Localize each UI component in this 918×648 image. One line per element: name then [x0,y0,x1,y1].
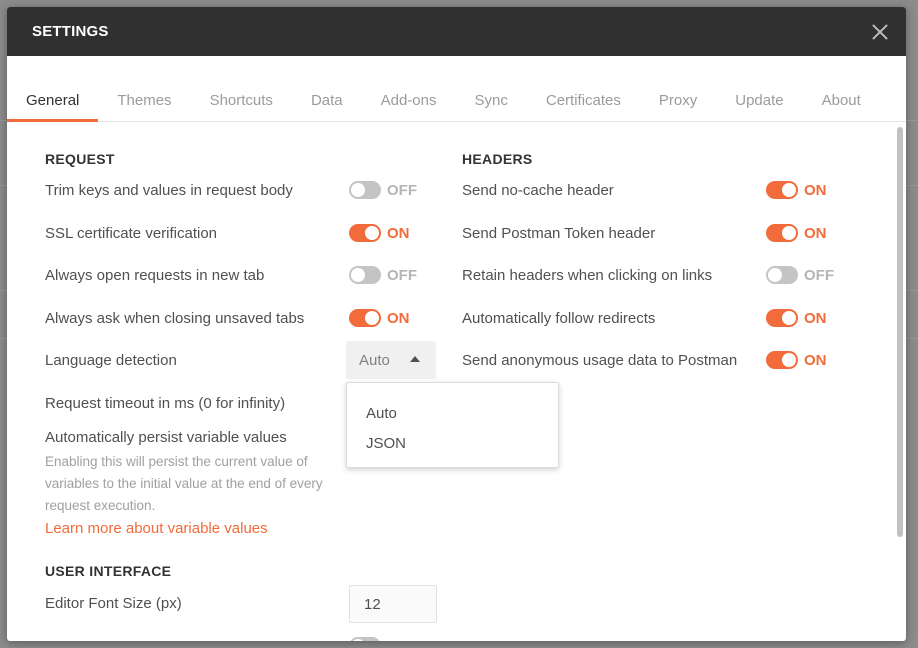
settings-tabs: General Themes Shortcuts Data Add-ons Sy… [7,56,906,122]
modal-header: SETTINGS [7,7,906,56]
tab-proxy[interactable]: Proxy [640,71,716,121]
ssl-toggle[interactable]: ON [349,224,410,242]
tab-certificates[interactable]: Certificates [527,71,640,121]
ssl-label: SSL certificate verification [45,224,218,242]
anonymous-toggle[interactable]: ON [766,351,827,369]
token-toggle[interactable]: ON [766,224,827,242]
headers-heading: HEADERS [462,151,533,167]
settings-content: REQUEST Trim keys and values in request … [7,122,894,641]
scrollbar[interactable] [897,127,903,537]
no-cache-label: Send no-cache header [462,181,614,199]
tab-add-ons[interactable]: Add-ons [362,71,456,121]
ask-close-toggle[interactable]: ON [349,309,410,327]
redirects-state: ON [804,309,827,327]
no-cache-state: ON [804,181,827,199]
trim-keys-label: Trim keys and values in request body [45,181,293,199]
no-cache-toggle[interactable]: ON [766,181,827,199]
token-row: Send Postman Token header ON [462,221,862,245]
learn-more-link[interactable]: Learn more about variable values [45,520,268,537]
new-tab-label: Always open requests in new tab [45,266,265,284]
tab-update[interactable]: Update [716,71,802,121]
caret-up-icon [410,356,420,362]
anonymous-row: Send anonymous usage data to Postman ON [462,348,862,372]
font-size-label: Editor Font Size (px) [45,594,182,612]
redirects-toggle[interactable]: ON [766,309,827,327]
persist-help-text: Enabling this will persist the current v… [45,454,323,513]
ssl-row: SSL certificate verification ON [45,221,445,245]
retain-toggle[interactable]: OFF [766,266,834,284]
ask-close-row: Always ask when closing unsaved tabs ON [45,306,445,330]
tab-shortcuts[interactable]: Shortcuts [191,71,292,121]
token-state: ON [804,224,827,242]
trim-keys-toggle[interactable]: OFF [349,181,417,199]
trim-keys-row: Trim keys and values in request body OFF [45,178,445,202]
new-tab-row: Always open requests in new tab OFF [45,263,445,287]
modal-title: SETTINGS [32,23,109,40]
persist-label: Automatically persist variable values [45,428,287,446]
ask-close-state: ON [387,309,410,327]
new-tab-state: OFF [387,266,417,284]
timeout-label: Request timeout in ms (0 for infinity) [45,394,286,412]
close-icon[interactable] [868,21,890,43]
tab-themes[interactable]: Themes [98,71,190,121]
redirects-label: Automatically follow redirects [462,309,656,327]
tab-data[interactable]: Data [292,71,362,121]
trim-keys-state: OFF [387,181,417,199]
settings-modal: SETTINGS General Themes Shortcuts Data A… [7,7,906,641]
language-select[interactable]: Auto [346,341,436,379]
retain-label: Retain headers when clicking on links [462,266,713,284]
dropdown-option-json[interactable]: JSON [347,424,558,462]
request-heading: REQUEST [45,151,115,167]
language-select-value: Auto [359,351,390,369]
next-setting-toggle[interactable] [349,637,387,641]
anonymous-label: Send anonymous usage data to Postman [462,351,738,369]
tab-about[interactable]: About [803,71,880,121]
no-cache-row: Send no-cache header ON [462,178,862,202]
retain-row: Retain headers when clicking on links OF… [462,263,862,287]
redirects-row: Automatically follow redirects ON [462,306,862,330]
anonymous-state: ON [804,351,827,369]
tab-general[interactable]: General [7,71,99,122]
font-size-input[interactable] [349,585,437,623]
ask-close-label: Always ask when closing unsaved tabs [45,309,305,327]
language-dropdown-menu: Auto JSON [346,382,559,468]
language-label: Language detection [45,351,177,369]
ui-heading: USER INTERFACE [45,563,172,579]
token-label: Send Postman Token header [462,224,656,242]
new-tab-toggle[interactable]: OFF [349,266,417,284]
tab-sync[interactable]: Sync [456,71,527,121]
retain-state: OFF [804,266,834,284]
ssl-state: ON [387,224,410,242]
